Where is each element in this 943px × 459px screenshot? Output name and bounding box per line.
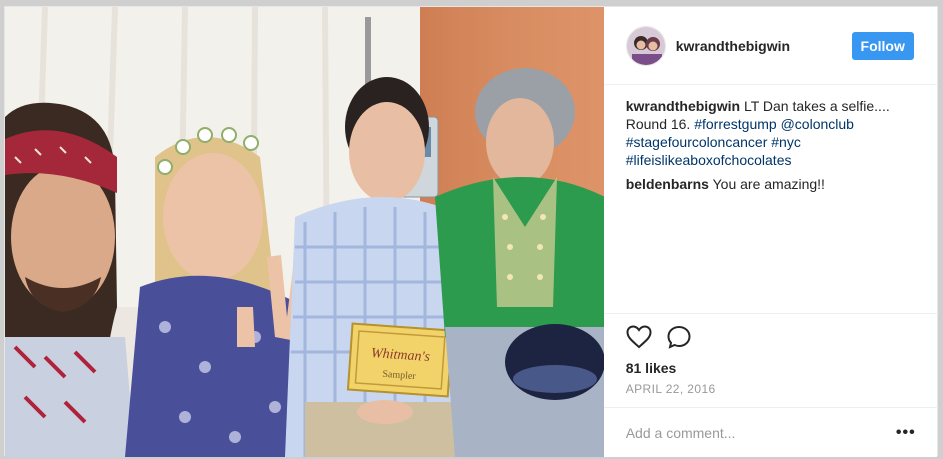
hashtag-link[interactable]: #forrestgump — [694, 116, 776, 132]
comment-icon[interactable] — [666, 325, 692, 354]
comments-section: kwrandthebigwin LT Dan takes a selfie...… — [626, 97, 918, 199]
avatar-image — [626, 26, 665, 65]
add-comment-input[interactable]: Add a comment... — [626, 425, 896, 441]
more-options-icon[interactable]: ••• — [896, 424, 916, 442]
comment-text: You are amazing!! — [712, 176, 825, 192]
screenshot-frame: Whitman's Sampler kwrandthebigwin Follow… — [0, 0, 943, 459]
instagram-post: Whitman's Sampler kwrandthebigwin Follow… — [4, 6, 938, 457]
caption-username[interactable]: kwrandthebigwin — [626, 98, 740, 114]
add-comment-bar: Add a comment... ••• — [603, 407, 938, 457]
like-count[interactable]: 81 likes — [626, 360, 916, 376]
post-username[interactable]: kwrandthebigwin — [676, 38, 790, 54]
comment-username[interactable]: beldenbarns — [626, 176, 709, 192]
avatar[interactable] — [625, 25, 666, 66]
heart-icon[interactable] — [626, 324, 652, 354]
mention-link[interactable]: @colonclub — [781, 116, 854, 132]
post-date[interactable]: APRIL 22, 2016 — [626, 382, 916, 396]
post-photo[interactable]: Whitman's Sampler — [5, 7, 604, 457]
hashtag-link[interactable]: #stagefourcoloncancer — [626, 134, 768, 150]
post-header: kwrandthebigwin Follow — [603, 7, 938, 85]
action-icons — [626, 324, 916, 354]
comment-item: beldenbarns You are amazing!! — [626, 175, 918, 193]
caption: kwrandthebigwin LT Dan takes a selfie...… — [626, 97, 918, 169]
post-actions: 81 likes APRIL 22, 2016 — [603, 313, 938, 396]
hashtag-link[interactable]: #nyc — [771, 134, 801, 150]
photo-illustration: Whitman's Sampler — [5, 7, 604, 457]
hashtag-link[interactable]: #lifeislikeaboxofchocolates — [626, 152, 792, 168]
follow-button[interactable]: Follow — [851, 32, 914, 60]
post-sidebar: kwrandthebigwin Follow kwrandthebigwin L… — [603, 7, 938, 457]
